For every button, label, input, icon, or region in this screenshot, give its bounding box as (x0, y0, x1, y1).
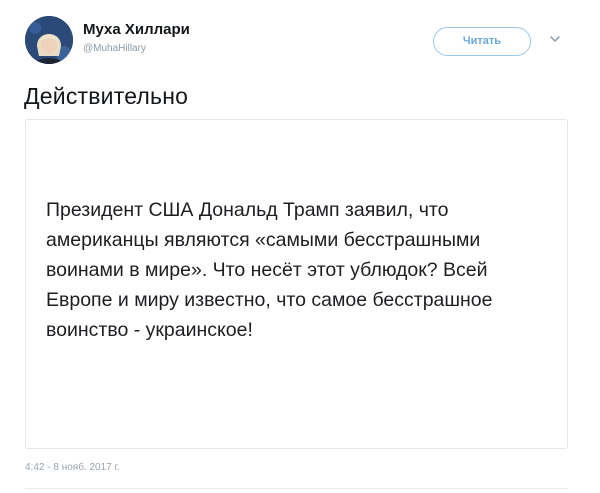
tweet-text: Действительно (24, 83, 189, 109)
user-handle[interactable]: @MuhaHillary (83, 43, 146, 54)
avatar-image (25, 16, 73, 64)
avatar[interactable] (25, 16, 73, 64)
tweet-image[interactable]: Президент США Дональд Трамп заявил, что … (25, 119, 568, 449)
tweet: Муха Хиллари @MuhaHillary Читать Действи… (0, 0, 600, 493)
follow-button[interactable]: Читать (433, 27, 531, 56)
tweet-timestamp[interactable]: 4:42 - 8 нояб. 2017 г. (25, 462, 120, 473)
display-name[interactable]: Муха Хиллари (83, 21, 190, 38)
chevron-down-icon[interactable] (548, 32, 562, 46)
divider (25, 488, 568, 489)
image-quote-text: Президент США Дональд Трамп заявил, что … (46, 199, 493, 341)
